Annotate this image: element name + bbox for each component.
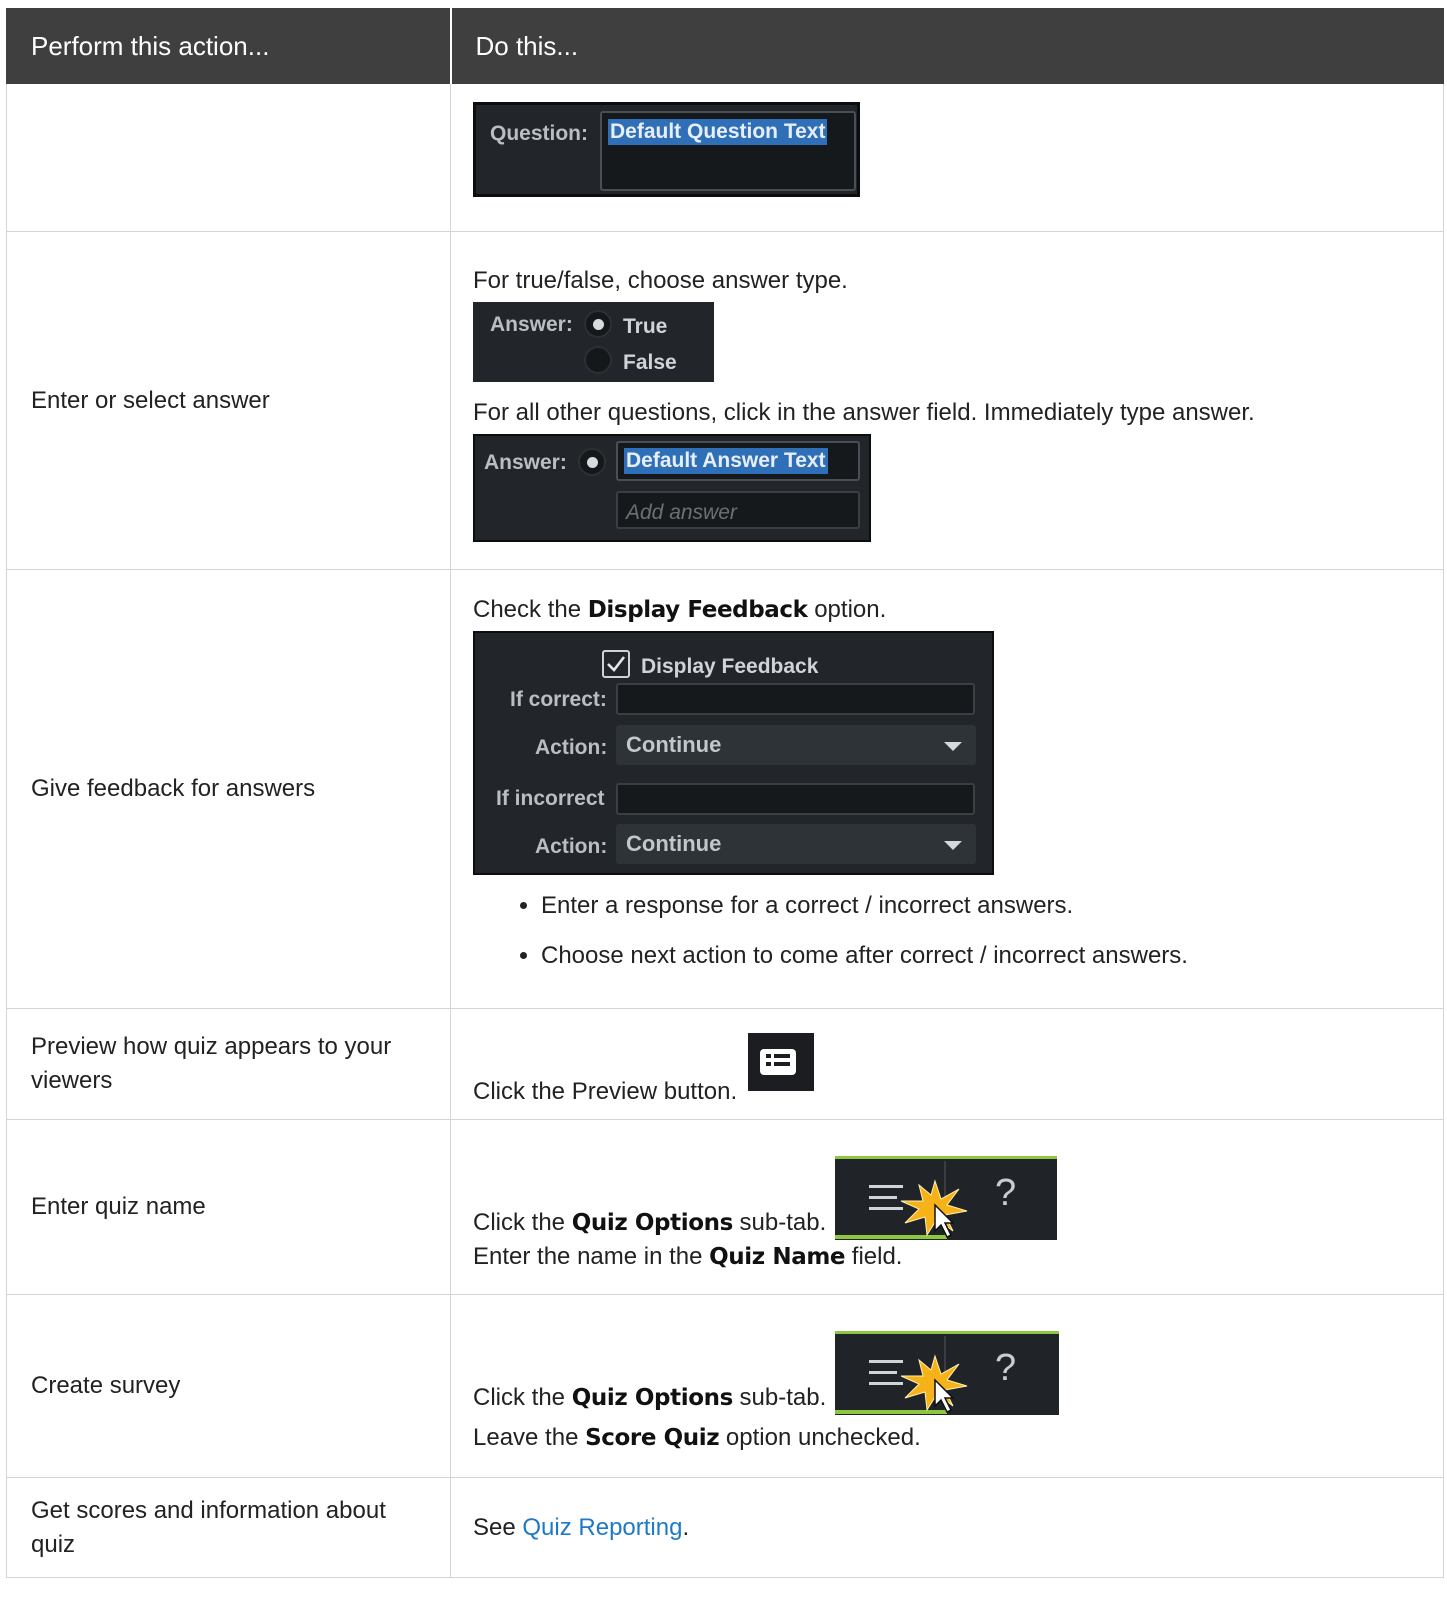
- survey-quiz-options-bold: Quiz Options: [571, 1385, 734, 1411]
- question-text-value: Default Question Text: [608, 119, 828, 145]
- if-incorrect-field[interactable]: [616, 783, 975, 815]
- quiz-options-tab-icon: [834, 1336, 968, 1414]
- action1-dropdown[interactable]: Continue: [616, 725, 976, 765]
- answer-field-widget: Answer: Default Answer Text Add answer: [473, 433, 871, 542]
- quiz-name-line1: Click the Quiz Options sub-tab. ?: [473, 1156, 1421, 1240]
- quiz-options-bold: Quiz Options: [571, 1210, 734, 1236]
- row-content-question: Question: Default Question Text: [450, 83, 1444, 232]
- header-col-do: Do this...: [449, 8, 1444, 84]
- tf-answer-label: Answer:: [490, 312, 573, 336]
- survey-line2-post: option unchecked.: [719, 1424, 921, 1451]
- score-quiz-bold: Score Quiz: [585, 1425, 720, 1451]
- row-content-quiz-name: Click the Quiz Options sub-tab. ? Enter …: [450, 1119, 1444, 1295]
- table-header-row: Perform this action... Do this...: [6, 8, 1444, 84]
- action1-label: Action:: [535, 736, 608, 759]
- table-row-feedback: Give feedback for answers Check the Disp…: [6, 569, 1444, 1009]
- row-label-preview: Preview how quiz appears to your viewers: [6, 1008, 451, 1120]
- feedback-text-bold: Display Feedback: [587, 597, 808, 623]
- row-content-answer: For true/false, choose answer type. Answ…: [450, 231, 1444, 570]
- answer-label: Answer:: [484, 450, 567, 474]
- scores-text-post: .: [682, 1513, 690, 1541]
- if-incorrect-label: If incorrect: [496, 787, 605, 810]
- action1-value: Continue: [626, 732, 722, 757]
- quiz-name-line1-post: sub-tab.: [732, 1209, 827, 1236]
- row-label-survey: Create survey: [6, 1294, 451, 1478]
- feedback-text-post: option.: [807, 596, 887, 623]
- answer-text-other: For all other questions, click in the an…: [473, 398, 1255, 426]
- row-label-answer: Enter or select answer: [6, 231, 451, 570]
- radio-false-label: False: [623, 350, 677, 374]
- question-text-field[interactable]: Default Question Text: [600, 111, 856, 191]
- table-row-preview: Preview how quiz appears to your viewers…: [6, 1008, 1444, 1120]
- survey-line1-post: sub-tab.: [732, 1384, 827, 1411]
- true-false-widget: Answer: True False: [473, 301, 714, 382]
- row-content-preview: Click the Preview button.: [450, 1008, 1444, 1120]
- quiz-name-bold: Quiz Name: [709, 1244, 846, 1270]
- row-label-quiz-name: Enter quiz name: [6, 1119, 451, 1295]
- row-label-question: [6, 83, 451, 232]
- add-answer-field[interactable]: Add answer: [616, 490, 860, 529]
- help-question-mark: ?: [994, 1347, 1017, 1389]
- row-content-scores: See Quiz Reporting.: [450, 1477, 1444, 1578]
- radio-false[interactable]: [584, 345, 612, 374]
- survey-line1-pre: Click the: [473, 1384, 572, 1411]
- header-col-action: Perform this action...: [6, 8, 451, 84]
- survey-line1: Click the Quiz Options sub-tab. ?: [473, 1331, 1421, 1415]
- chevron-down-icon: [944, 841, 962, 850]
- chevron-down-icon: [944, 742, 962, 751]
- if-correct-field[interactable]: [616, 683, 975, 715]
- preview-button[interactable]: [747, 1033, 814, 1091]
- survey-line2-pre: Leave the: [473, 1424, 586, 1451]
- preview-text: Click the Preview button.: [473, 1078, 738, 1105]
- table-row-question: Question: Default Question Text: [6, 83, 1444, 232]
- preview-icon: [759, 1049, 796, 1075]
- checkmark-icon: [607, 656, 626, 672]
- quiz-options-tab-image[interactable]: ?: [834, 1156, 1057, 1240]
- quiz-name-line2: Enter the name in the Quiz Name field.: [473, 1240, 1421, 1274]
- list-item: Choose next action to come after correct…: [541, 939, 1421, 973]
- table-row-answer: Enter or select answer For true/false, c…: [6, 231, 1444, 570]
- row-label-scores: Get scores and information about quiz: [6, 1477, 451, 1578]
- question-label: Question:: [490, 122, 588, 145]
- survey-line2: Leave the Score Quiz option unchecked.: [473, 1421, 1421, 1455]
- quiz-name-line2-post: field.: [845, 1243, 903, 1270]
- answer-text-value: Default Answer Text: [624, 447, 828, 474]
- answer-text-field[interactable]: Default Answer Text: [616, 440, 860, 481]
- feedback-text-pre: Check the: [473, 596, 588, 623]
- feedback-widget: Display Feedback If correct: Action: Con…: [473, 631, 994, 875]
- display-feedback-label: Display Feedback: [641, 655, 819, 678]
- table-row-scores: Get scores and information about quiz Se…: [6, 1477, 1444, 1578]
- add-answer-placeholder: Add answer: [626, 500, 737, 524]
- feedback-instruction: Check the Display Feedback option.: [473, 593, 1421, 627]
- quiz-options-tab-icon: [834, 1161, 968, 1239]
- feedback-bullets: Enter a response for a correct / incorre…: [473, 889, 1421, 973]
- radio-true[interactable]: [584, 309, 612, 338]
- quiz-name-line2-pre: Enter the name in the: [473, 1243, 710, 1270]
- action2-value: Continue: [626, 831, 722, 856]
- action2-label: Action:: [535, 835, 608, 858]
- row-content-survey: Click the Quiz Options sub-tab. ? Leave …: [450, 1294, 1444, 1478]
- table-row-quiz-name: Enter quiz name Click the Quiz Options s…: [6, 1119, 1444, 1295]
- quiz-name-line1-pre: Click the: [473, 1209, 572, 1236]
- row-label-feedback: Give feedback for answers: [6, 569, 451, 1009]
- if-correct-label: If correct:: [510, 688, 607, 711]
- help-question-mark: ?: [994, 1172, 1017, 1214]
- radio-true-label: True: [623, 314, 668, 338]
- action2-dropdown[interactable]: Continue: [616, 824, 976, 864]
- answer-radio[interactable]: [578, 447, 606, 476]
- table-row-survey: Create survey Click the Quiz Options sub…: [6, 1294, 1444, 1478]
- display-feedback-checkbox[interactable]: [602, 650, 630, 678]
- scores-text-pre: See: [473, 1513, 523, 1541]
- answer-text-truefalse: For true/false, choose answer type.: [473, 266, 848, 294]
- list-item: Enter a response for a correct / incorre…: [541, 889, 1421, 923]
- survey-quiz-options-tab-image[interactable]: ?: [834, 1331, 1059, 1415]
- question-widget: Question: Default Question Text: [473, 102, 860, 197]
- quiz-reporting-link[interactable]: Quiz Reporting: [522, 1514, 682, 1541]
- actions-table: Perform this action... Do this... Questi…: [6, 8, 1444, 1578]
- row-content-feedback: Check the Display Feedback option. Displ…: [450, 569, 1444, 1009]
